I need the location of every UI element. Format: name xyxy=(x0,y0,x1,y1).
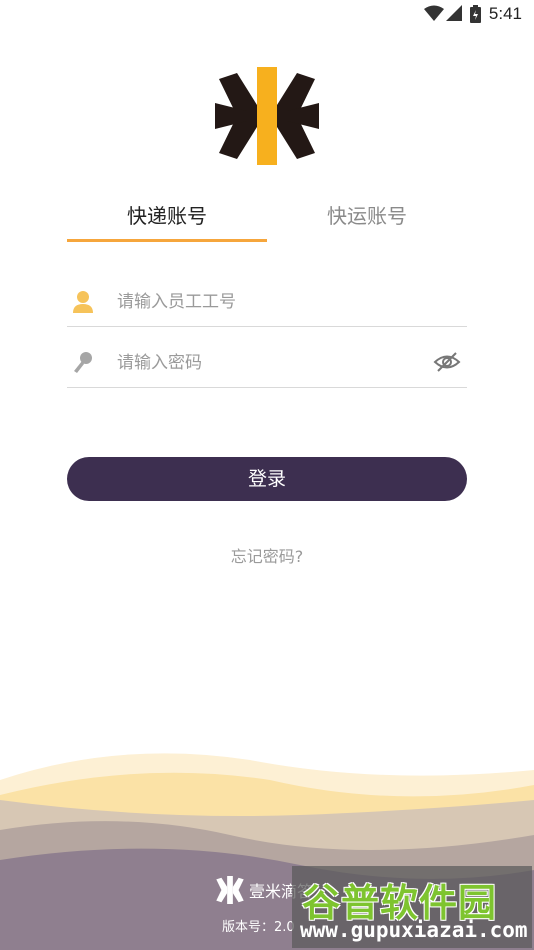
app-logo xyxy=(215,67,319,165)
username-input[interactable] xyxy=(115,284,419,320)
brand-logo-icon xyxy=(216,876,244,904)
username-field xyxy=(67,276,467,327)
password-field xyxy=(67,337,467,388)
watermark-url: www.gupuxiazai.com xyxy=(300,918,528,942)
status-bar: 5:41 xyxy=(0,0,534,28)
forgot-password-link[interactable]: 忘记密码? xyxy=(0,543,534,567)
login-button[interactable]: 登录 xyxy=(67,457,467,501)
active-tab-indicator xyxy=(67,239,267,242)
status-time: 5:41 xyxy=(488,4,522,23)
version-text: 版本号：2.0 xyxy=(222,920,295,935)
cell-signal-icon xyxy=(446,5,462,21)
battery-icon xyxy=(470,5,481,23)
wifi-icon xyxy=(424,5,444,21)
tab-express-account[interactable]: 快递账号 xyxy=(67,195,267,241)
tab-freight-account[interactable]: 快运账号 xyxy=(267,195,467,241)
account-tabs: 快递账号 快运账号 xyxy=(67,195,467,243)
password-input[interactable] xyxy=(115,345,419,381)
watermark-overlay: 谷普软件园 www.gupuxiazai.com xyxy=(292,866,532,948)
eye-slash-icon[interactable] xyxy=(433,351,461,373)
user-icon xyxy=(73,291,93,313)
key-icon xyxy=(74,352,92,373)
